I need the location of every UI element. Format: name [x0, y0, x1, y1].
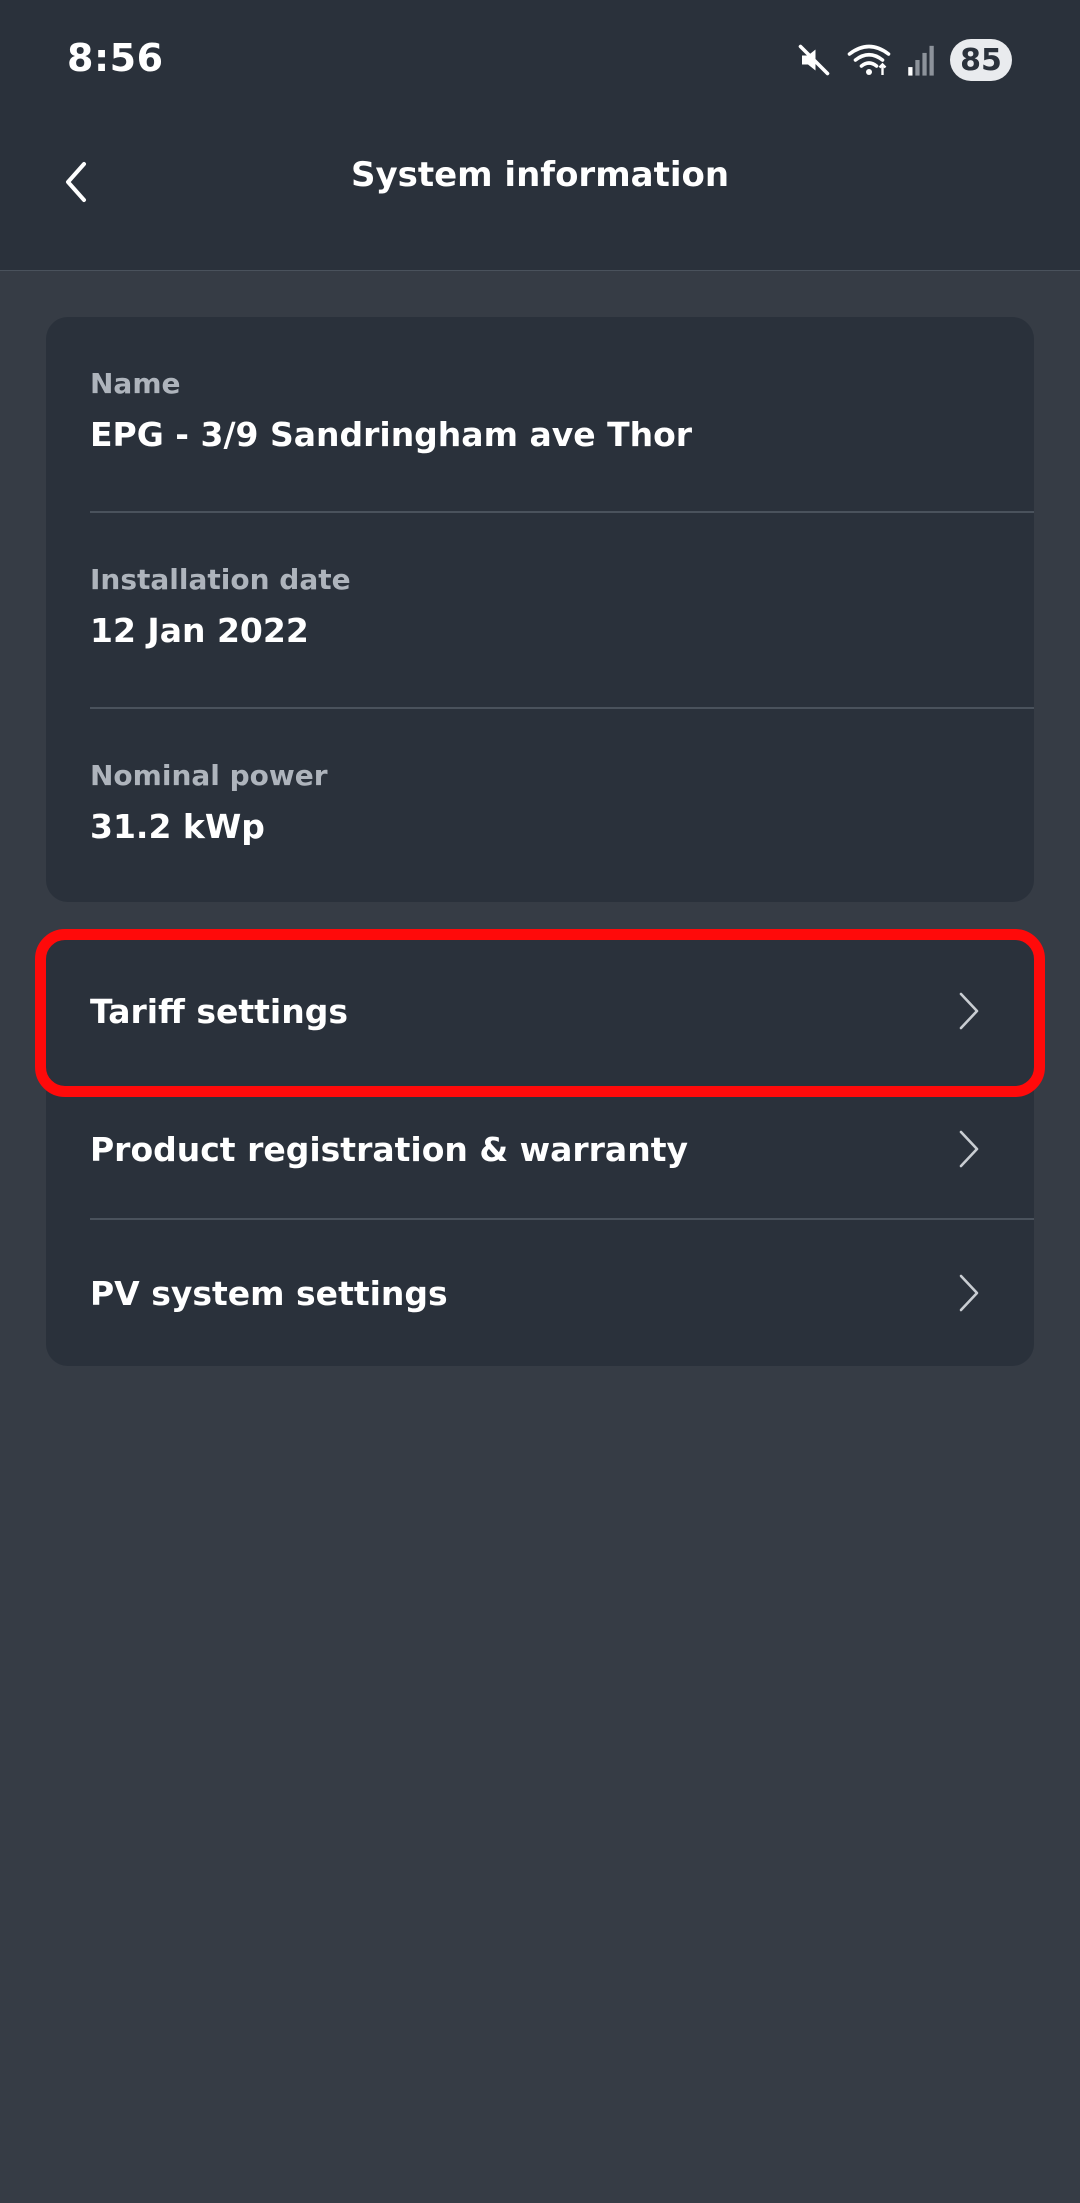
page-title: System information [350, 155, 730, 195]
info-row-nominal-power: Nominal power 31.2 kWp [90, 709, 1034, 902]
status-icons: 85 [796, 36, 1012, 84]
nav-item-pv-system-settings[interactable]: PV system settings [46, 1220, 1034, 1366]
info-value: 12 Jan 2022 [90, 611, 309, 650]
settings-nav-card: Tariff settings Product registration & w… [46, 938, 1034, 1366]
chevron-right-icon [959, 992, 979, 1030]
chevron-right-icon [959, 1274, 979, 1312]
app-header: 8:56 85 System information [0, 0, 1080, 271]
signal-icon [906, 43, 936, 77]
info-label: Name [90, 367, 181, 400]
nav-item-product-registration[interactable]: Product registration & warranty [46, 1076, 1034, 1222]
info-value: EPG - 3/9 Sandringham ave Thor [90, 415, 693, 454]
nav-item-label: Tariff settings [90, 991, 348, 1031]
nav-item-label: Product registration & warranty [90, 1129, 688, 1169]
system-info-card: Name EPG - 3/9 Sandringham ave Thor Inst… [46, 317, 1034, 902]
info-label: Installation date [90, 563, 351, 596]
info-row-installation-date: Installation date 12 Jan 2022 [90, 513, 1034, 708]
nav-item-tariff-settings[interactable]: Tariff settings [46, 938, 1034, 1084]
nav-item-label: PV system settings [90, 1273, 448, 1313]
info-value: 31.2 kWp [90, 807, 265, 846]
mute-icon [796, 42, 832, 78]
wifi-icon [846, 42, 892, 78]
status-time: 8:56 [67, 36, 164, 80]
battery-indicator: 85 [950, 39, 1012, 81]
info-row-name: Name EPG - 3/9 Sandringham ave Thor [90, 317, 1034, 512]
info-label: Nominal power [90, 759, 328, 792]
chevron-right-icon [959, 1130, 979, 1168]
